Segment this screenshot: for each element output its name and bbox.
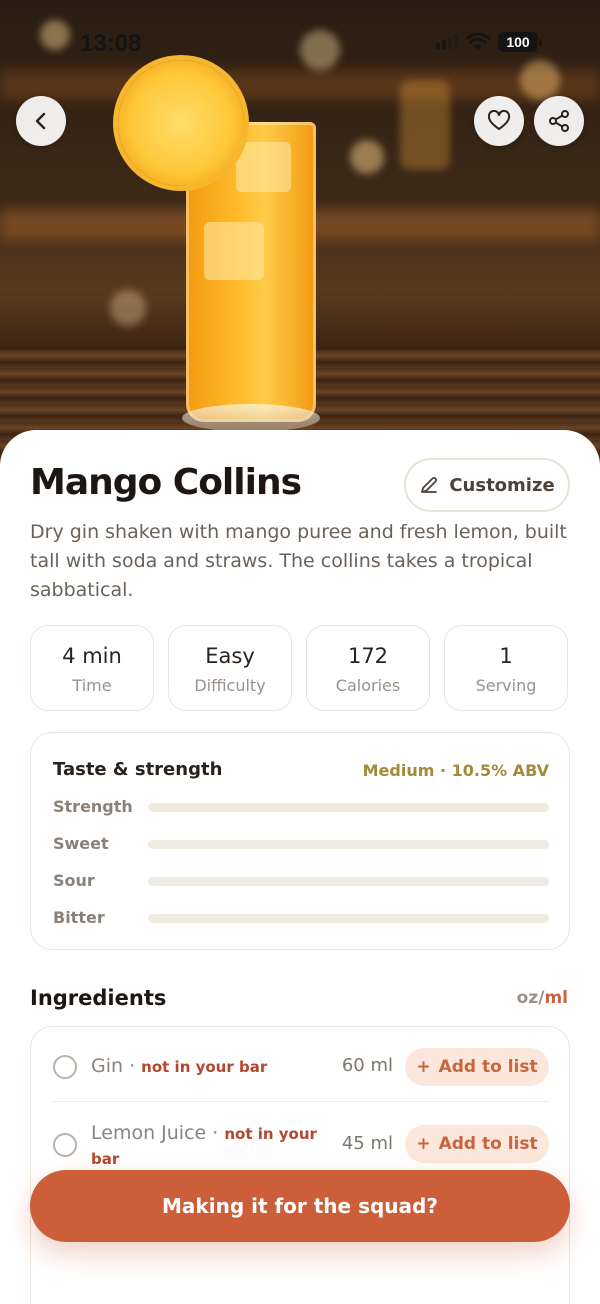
shelf bbox=[0, 70, 600, 100]
making-it-button[interactable]: Making it for the squad? bbox=[30, 1170, 570, 1242]
stat-label: Difficulty bbox=[194, 676, 266, 695]
status-time: 13:08 bbox=[80, 30, 142, 57]
bokeh bbox=[400, 80, 450, 170]
ingredients-title: Ingredients bbox=[30, 986, 167, 1010]
ingredient-row: Lemon Juice · not in your bar 45 ml + Ad… bbox=[31, 1105, 569, 1177]
unit-toggle[interactable]: oz/ml bbox=[517, 988, 568, 1008]
ingredient-name: Lemon Juice · not in your bar bbox=[91, 1122, 317, 1168]
taste-label: Sour bbox=[53, 871, 95, 890]
hero-image: 13:08 100 bbox=[0, 0, 600, 470]
chevron-left-icon bbox=[35, 112, 46, 130]
back-button[interactable] bbox=[16, 96, 66, 146]
battery-level: 100 bbox=[498, 32, 538, 52]
stat-serving: 1 Serving bbox=[444, 625, 568, 711]
glass-base bbox=[182, 404, 320, 432]
customize-label: Customize bbox=[449, 474, 555, 496]
taste-bar bbox=[148, 877, 549, 886]
taste-bar bbox=[148, 840, 549, 849]
status-bar: 13:08 100 bbox=[0, 30, 600, 60]
taste-card: Taste & strength Medium · 10.5% ABV Stre… bbox=[30, 732, 570, 950]
taste-row-sour: Sour bbox=[53, 871, 549, 891]
ice-cube bbox=[204, 222, 264, 280]
signal-icon bbox=[436, 35, 458, 49]
pencil-icon bbox=[421, 477, 438, 493]
stat-label: Calories bbox=[335, 676, 401, 695]
stat-value: 172 bbox=[347, 644, 389, 668]
stat-difficulty: Easy Difficulty bbox=[168, 625, 292, 711]
status-icons: 100 bbox=[436, 32, 542, 52]
cta-label: Making it for the squad? bbox=[162, 1194, 438, 1218]
share-button[interactable] bbox=[534, 96, 584, 146]
stat-value: 4 min bbox=[62, 644, 122, 668]
divider bbox=[53, 1101, 549, 1102]
ingredient-checkbox[interactable] bbox=[53, 1055, 77, 1079]
ice-cube bbox=[236, 142, 291, 192]
taste-row-strength: Strength bbox=[53, 797, 549, 817]
unit-ml[interactable]: ml bbox=[544, 988, 568, 1008]
stat-time: 4 min Time bbox=[30, 625, 154, 711]
add-to-list-button[interactable]: + Add to list bbox=[405, 1048, 549, 1086]
ingredient-row: Gin · not in your bar 60 ml + Add to lis… bbox=[31, 1027, 569, 1099]
taste-bar bbox=[148, 914, 549, 923]
taste-meta: Medium · 10.5% ABV bbox=[362, 761, 549, 780]
stat-label: Serving bbox=[475, 676, 537, 695]
ingredient-checkbox[interactable] bbox=[53, 1133, 77, 1157]
stat-label: Time bbox=[72, 676, 112, 695]
stat-calories: 172 Calories bbox=[306, 625, 430, 711]
heart-icon bbox=[487, 110, 511, 130]
battery-icon: 100 bbox=[498, 32, 542, 52]
not-in-bar-note: not in your bar bbox=[141, 1058, 268, 1076]
bokeh bbox=[520, 60, 560, 100]
add-to-list-label: Add to list bbox=[438, 1134, 538, 1154]
stat-value: Easy bbox=[205, 644, 255, 668]
taste-title: Taste & strength bbox=[53, 759, 223, 780]
ingredient-name: Gin · not in your bar bbox=[91, 1055, 268, 1077]
taste-row-sweet: Sweet bbox=[53, 834, 549, 854]
customize-button[interactable]: Customize bbox=[404, 458, 570, 512]
recipe-description: Dry gin shaken with mango puree and fres… bbox=[30, 521, 567, 601]
plus-icon: + bbox=[416, 1057, 431, 1077]
taste-bar bbox=[148, 803, 549, 812]
taste-label: Bitter bbox=[53, 908, 105, 927]
taste-row-bitter: Bitter bbox=[53, 908, 549, 928]
add-to-list-button[interactable]: + Add to list bbox=[405, 1125, 549, 1163]
add-to-list-label: Add to list bbox=[438, 1057, 538, 1077]
wifi-icon bbox=[466, 33, 490, 50]
ingredient-amount: 45 ml bbox=[341, 1133, 393, 1154]
unit-oz[interactable]: oz bbox=[517, 988, 539, 1008]
ingredients-card: Gin · not in your bar 60 ml + Add to lis… bbox=[30, 1026, 570, 1304]
stat-value: 1 bbox=[499, 644, 513, 668]
taste-label: Sweet bbox=[53, 834, 109, 853]
favorite-button[interactable] bbox=[474, 96, 524, 146]
lemon-slice bbox=[118, 60, 244, 186]
recipe-title: Mango Collins bbox=[30, 462, 302, 503]
ingredient-label: Lemon Juice bbox=[91, 1122, 207, 1144]
ingredient-amount: 60 ml bbox=[341, 1055, 393, 1076]
bokeh bbox=[110, 290, 146, 326]
share-icon bbox=[549, 110, 569, 132]
plus-icon: + bbox=[416, 1134, 431, 1154]
ingredient-label: Gin bbox=[91, 1055, 124, 1077]
taste-label: Strength bbox=[53, 797, 133, 816]
stats-row: 4 min Time Easy Difficulty 172 Calories … bbox=[30, 625, 570, 711]
bokeh bbox=[350, 140, 384, 174]
